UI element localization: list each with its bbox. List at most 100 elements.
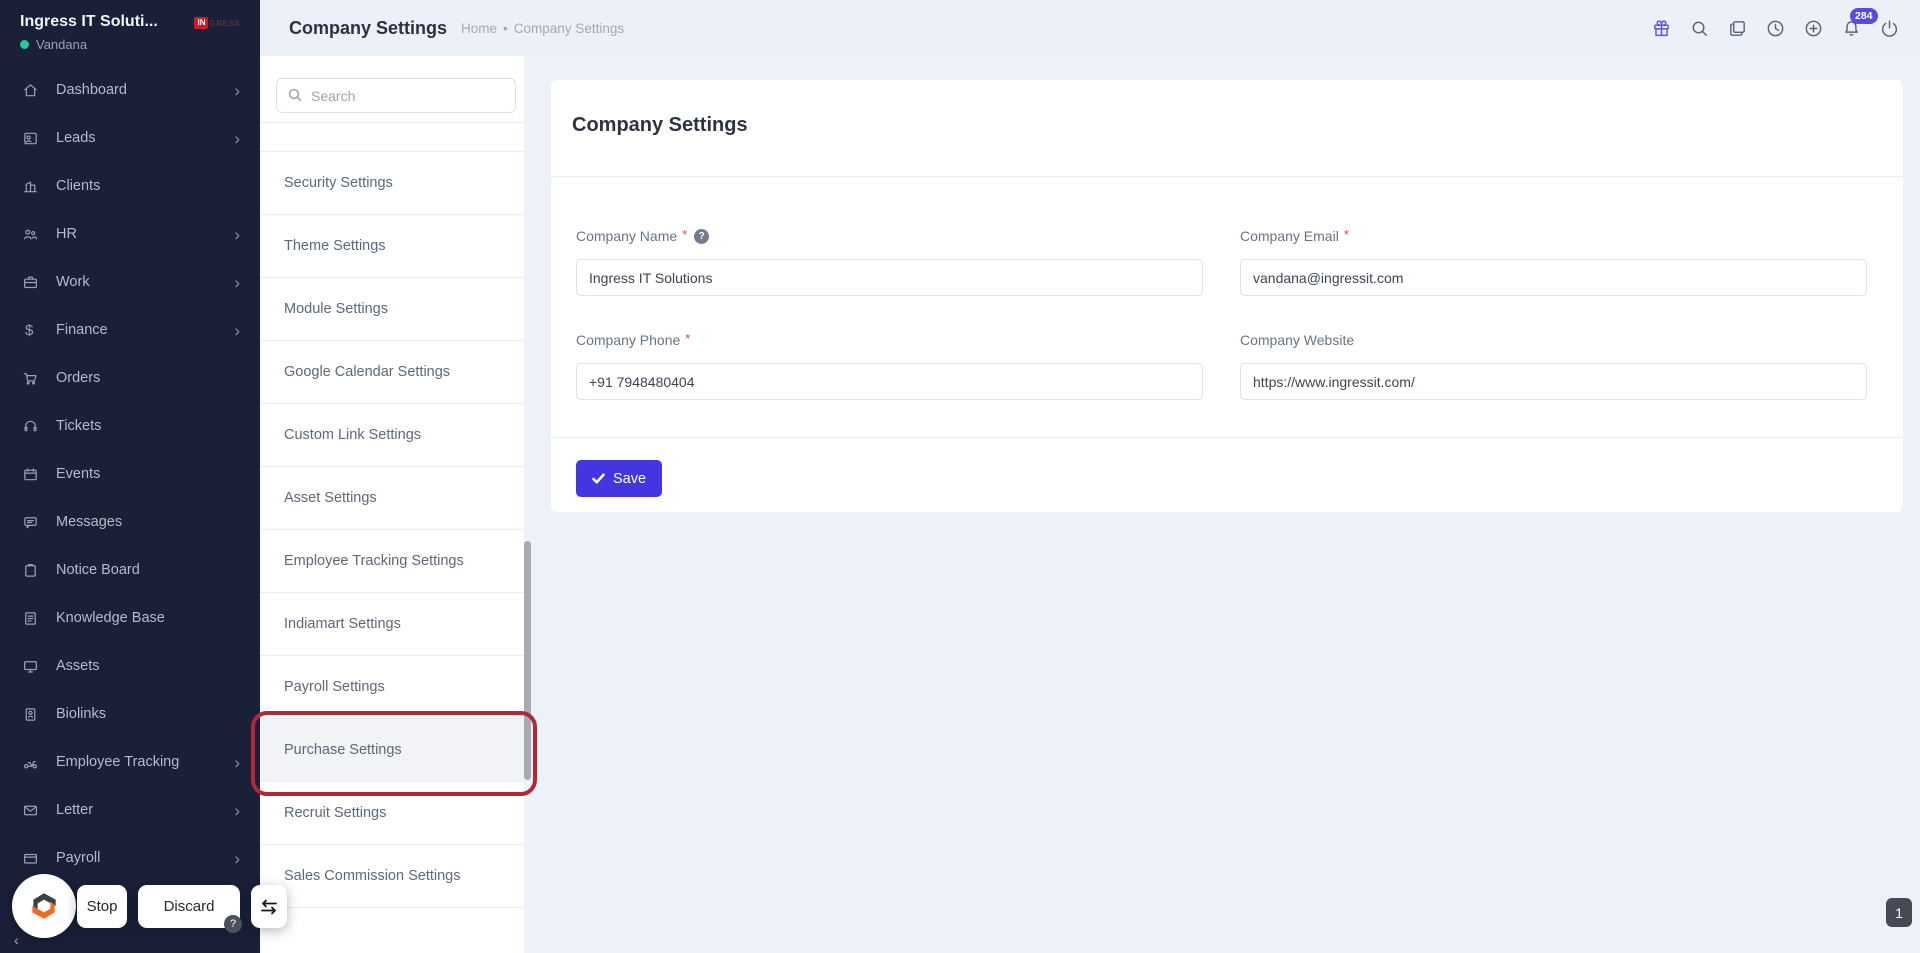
settings-item-google-calendar[interactable]: Google Calendar Settings (260, 341, 524, 404)
notification-count-badge: 284 (1850, 8, 1878, 25)
monitor-icon (22, 658, 56, 675)
settings-item-purchase[interactable]: Purchase Settings (260, 719, 524, 782)
check-icon (592, 472, 605, 485)
sidebar-item-tickets[interactable]: Tickets (0, 402, 260, 450)
app-sidebar: Ingress IT Soluti... Vandana IN GRESS Da… (0, 0, 260, 953)
sidebar-nav: Dashboard › Leads › Clients HR › Work › … (0, 66, 260, 882)
chevron-right-icon: › (234, 130, 240, 147)
sidebar-item-knowledge-base[interactable]: Knowledge Base (0, 594, 260, 642)
recorder-swap-button[interactable] (251, 885, 287, 928)
swap-arrows-icon (258, 896, 280, 918)
page-title: Company Settings (289, 18, 447, 39)
sidebar-item-employee-tracking[interactable]: Employee Tracking › (0, 738, 260, 786)
settings-item-theme[interactable]: Theme Settings (260, 215, 524, 278)
calendar-icon (22, 466, 56, 483)
document-icon (22, 610, 56, 627)
sidebar-item-orders[interactable]: Orders (0, 354, 260, 402)
company-settings-card: Company Settings Company Name * ? Compan… (551, 80, 1903, 512)
recorder-help-icon[interactable]: ? (224, 915, 242, 933)
bell-icon[interactable]: 284 (1841, 18, 1862, 39)
search-icon (287, 87, 303, 103)
settings-item-indiamart[interactable]: Indiamart Settings (260, 593, 524, 656)
company-phone-input[interactable] (576, 363, 1203, 400)
company-email-field-group: Company Email * (1240, 226, 1867, 296)
gift-icon[interactable] (1651, 18, 1672, 39)
sticky-notes-icon[interactable] (1727, 18, 1748, 39)
settings-scrollbar (524, 56, 532, 953)
sidebar-item-dashboard[interactable]: Dashboard › (0, 66, 260, 114)
headset-icon (22, 418, 56, 435)
clipboard-icon (22, 562, 56, 579)
sidebar-item-hr[interactable]: HR › (0, 210, 260, 258)
chat-icon (22, 514, 56, 531)
sidebar-item-work[interactable]: Work › (0, 258, 260, 306)
company-website-input[interactable] (1240, 363, 1867, 400)
settings-item-employee-tracking[interactable]: Employee Tracking Settings (260, 530, 524, 593)
company-website-field-group: Company Website (1240, 330, 1867, 400)
required-asterisk: * (1344, 226, 1349, 244)
divider (551, 176, 1903, 177)
sidebar-item-leads[interactable]: Leads › (0, 114, 260, 162)
divider (551, 437, 1903, 438)
company-phone-field-group: Company Phone * (576, 330, 1203, 400)
breadcrumb: Home • Company Settings (461, 21, 624, 36)
chevron-right-icon: › (234, 850, 240, 867)
breadcrumb-current: Company Settings (514, 21, 624, 36)
recorder-stop-button[interactable]: Stop (77, 885, 127, 928)
required-asterisk: * (685, 330, 690, 348)
sidebar-item-messages[interactable]: Messages (0, 498, 260, 546)
chevron-right-icon: › (234, 226, 240, 243)
sidebar-item-notice-board[interactable]: Notice Board (0, 546, 260, 594)
settings-search-input[interactable] (276, 78, 516, 113)
save-button[interactable]: Save (576, 460, 662, 497)
scooter-icon (22, 754, 56, 771)
settings-item-recruit[interactable]: Recruit Settings (260, 782, 524, 845)
dollar-icon: $ (22, 322, 56, 339)
company-email-label: Company Email * (1240, 226, 1867, 246)
settings-item-payroll[interactable]: Payroll Settings (260, 656, 524, 719)
settings-item-sales-commission[interactable]: Sales Commission Settings (260, 845, 524, 908)
settings-item-custom-link[interactable]: Custom Link Settings (260, 404, 524, 467)
settings-item-asset[interactable]: Asset Settings (260, 467, 524, 530)
company-logo: IN GRESS (194, 17, 240, 29)
company-name-label: Company Name * ? (576, 226, 1203, 246)
card-title: Company Settings (572, 114, 748, 137)
sidebar-item-biolinks[interactable]: Biolinks (0, 690, 260, 738)
lead-badge-icon (22, 130, 56, 147)
wallet-icon (22, 850, 56, 867)
company-email-input[interactable] (1240, 259, 1867, 296)
recorder-collapse-icon[interactable]: ‹ (14, 932, 19, 948)
briefcase-icon (22, 274, 56, 291)
scrollbar-thumb[interactable] (524, 541, 531, 780)
help-icon[interactable]: ? (694, 229, 709, 244)
power-icon[interactable] (1879, 18, 1900, 39)
chevron-right-icon: › (234, 82, 240, 99)
chevron-right-icon: › (234, 274, 240, 291)
envelope-icon (22, 802, 56, 819)
page-number-badge[interactable]: 1 (1886, 898, 1912, 927)
company-name-input[interactable] (576, 259, 1203, 296)
sidebar-item-clients[interactable]: Clients (0, 162, 260, 210)
settings-item-module[interactable]: Module Settings (260, 278, 524, 341)
sidebar-item-letter[interactable]: Letter › (0, 786, 260, 834)
company-website-label: Company Website (1240, 330, 1867, 350)
plus-circle-icon[interactable] (1803, 18, 1824, 39)
clock-icon[interactable] (1765, 18, 1786, 39)
sidebar-item-events[interactable]: Events (0, 450, 260, 498)
search-icon[interactable] (1689, 18, 1710, 39)
sidebar-item-finance[interactable]: $ Finance › (0, 306, 260, 354)
building-icon (22, 178, 56, 195)
chevron-right-icon: › (234, 754, 240, 771)
workspace-header[interactable]: Ingress IT Soluti... Vandana IN GRESS (0, 0, 260, 65)
header-icons: 284 (1651, 18, 1920, 39)
contact-card-icon (22, 706, 56, 723)
workspace-user: Vandana (36, 37, 87, 52)
chevron-right-icon: › (234, 802, 240, 819)
cart-icon (22, 370, 56, 387)
chevron-right-icon: › (234, 322, 240, 339)
recorder-logo-button[interactable] (12, 874, 76, 938)
settings-search (276, 78, 516, 113)
sidebar-item-assets[interactable]: Assets (0, 642, 260, 690)
settings-item-security[interactable]: Security Settings (260, 152, 524, 215)
breadcrumb-home[interactable]: Home (461, 21, 497, 36)
